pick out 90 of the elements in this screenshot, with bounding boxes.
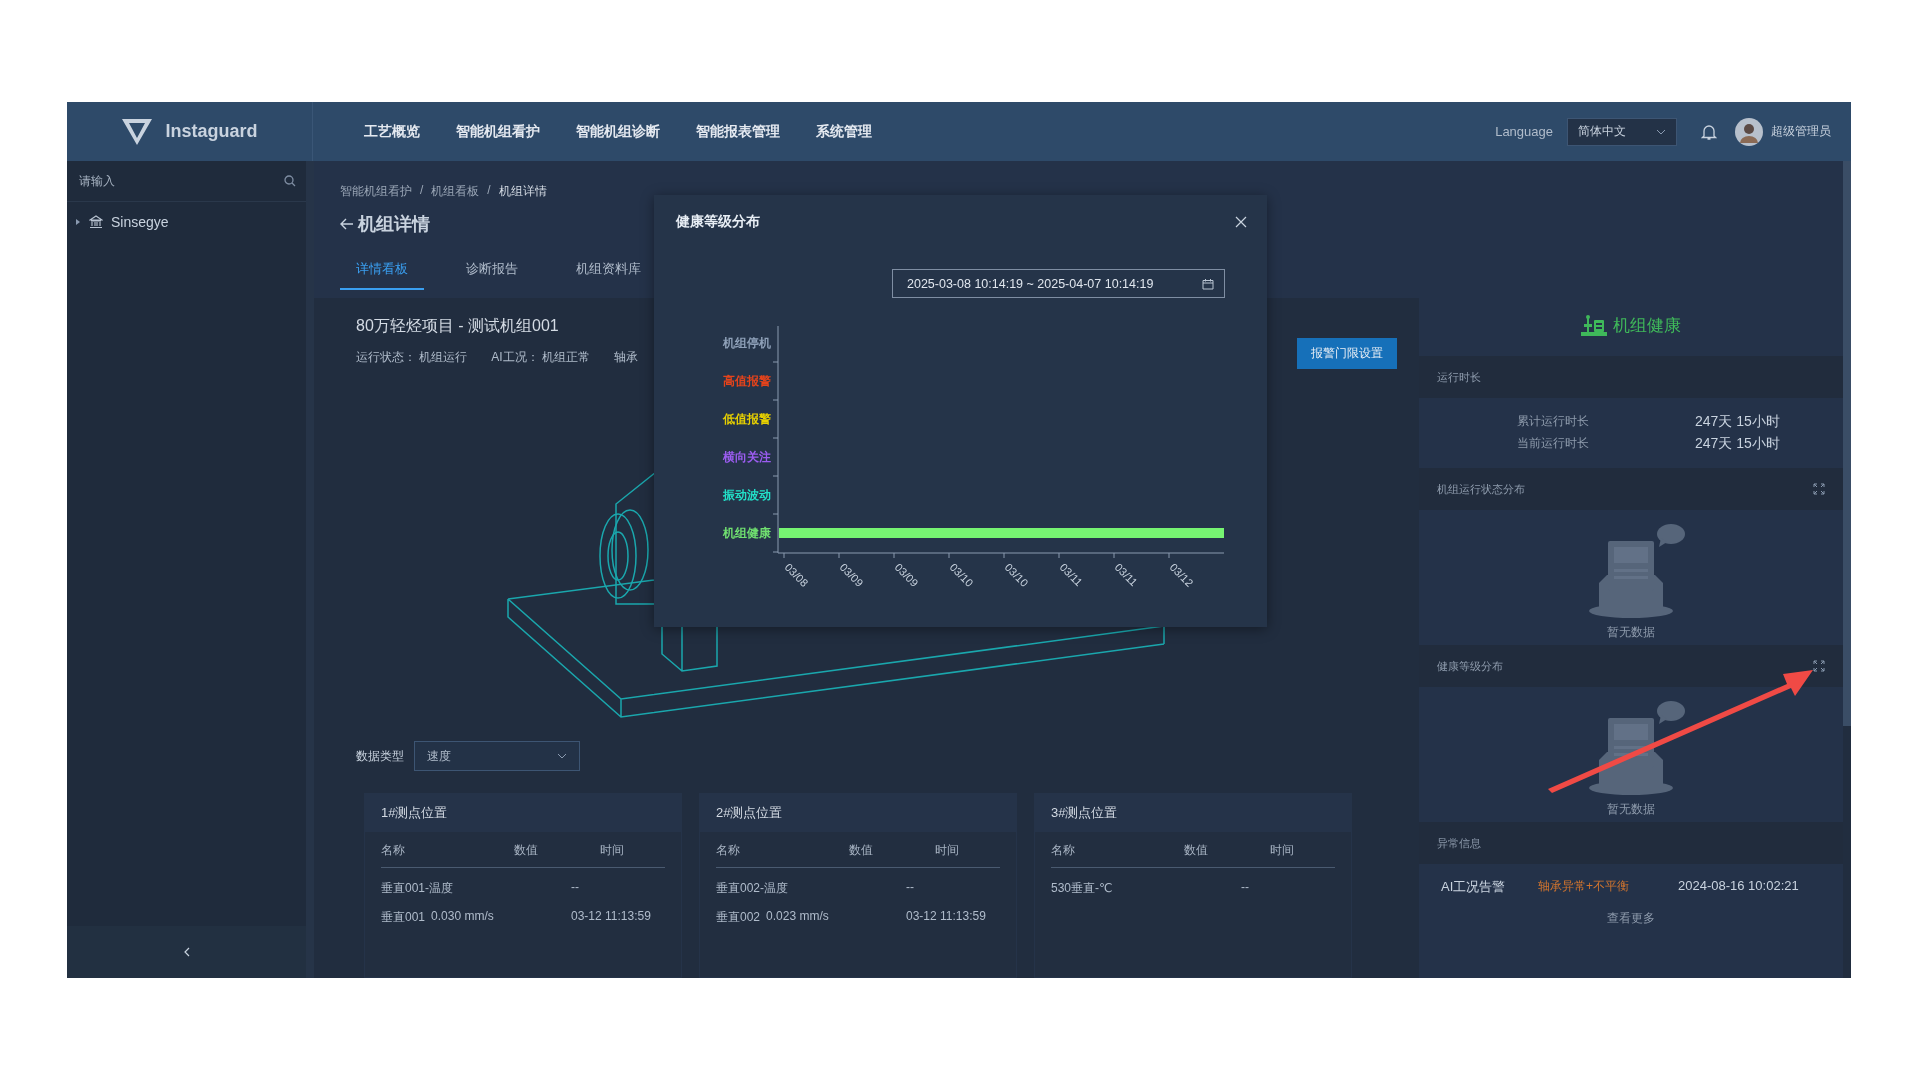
table-cell-text: 03-12 11:13:59 [906, 909, 987, 925]
column-header: 时间 [1270, 842, 1295, 859]
back-arrow-icon[interactable] [340, 218, 354, 230]
runtime-label: 累计运行时长 [1517, 413, 1590, 430]
language-label: Language [1495, 124, 1553, 139]
tab[interactable]: 详情看板 [340, 260, 424, 290]
level-label: 机组停机 [723, 336, 771, 350]
tab[interactable]: 诊断报告 [450, 260, 534, 290]
data-type-select[interactable]: 速度 [414, 741, 580, 771]
breadcrumb-link[interactable]: 机组看板 [431, 183, 480, 200]
page-title: 机组详情 [358, 213, 430, 236]
section-title: 机组运行状态分布 [1437, 481, 1525, 497]
level-label: 高值报警 [723, 374, 771, 388]
table-cell-text: -- [906, 880, 915, 896]
breadcrumb-link[interactable]: 智能机组看护 [340, 183, 412, 200]
table-cell-text: 0.030 mm/s [431, 909, 494, 925]
nav-item[interactable]: 工艺概览 [364, 122, 420, 141]
table-cell: 垂直001 [381, 909, 426, 926]
column-header: 时间 [935, 842, 960, 859]
card-title: 3#测点位置 [1051, 804, 1118, 822]
status-text: AI工况： 机组正常 [491, 349, 591, 366]
scrollbar[interactable] [1843, 161, 1851, 726]
column-header: 数值 [849, 842, 874, 859]
section-title: 运行时长 [1437, 369, 1481, 385]
date-range-field[interactable]: 2025-03-08 10:14:19 ~ 2025-04-07 10:14:19 [892, 269, 1225, 298]
nav-item[interactable]: 智能机组诊断 [576, 122, 660, 141]
table-cell-text: 0.023 mm/s [766, 909, 829, 925]
runtime-value: 247天 15小时 [1695, 435, 1780, 453]
column-header: 名称 [381, 842, 406, 859]
column-header: 名称 [716, 842, 741, 859]
alert-time: 2024-08-16 10:02:21 [1678, 878, 1799, 895]
runtime-value: 247天 15小时 [1695, 413, 1780, 431]
chevron-down-icon [1656, 128, 1666, 135]
table-cell-text: -- [1241, 880, 1250, 896]
breadcrumb-separator: / [420, 183, 424, 199]
nav-item[interactable]: 系统管理 [816, 122, 872, 141]
data-type-label: 数据类型 [356, 747, 404, 765]
machine-icon [1581, 314, 1607, 337]
alert-type: AI工况告警 [1441, 878, 1507, 896]
empty-text: 暂无数据 [1607, 801, 1655, 818]
status-text: 轴承 [614, 349, 639, 366]
empty-text: 暂无数据 [1607, 624, 1655, 641]
level-label: 低值报警 [723, 412, 771, 426]
close-icon[interactable] [1235, 216, 1247, 228]
expand-icon[interactable] [1813, 483, 1825, 495]
table-cell: 垂直002-温度 [716, 880, 789, 897]
user-name[interactable]: 超级管理员 [1771, 123, 1831, 140]
unit-title: 80万轻烃项目 - 测试机组001 [356, 316, 560, 336]
column-header: 名称 [1051, 842, 1076, 859]
status-text: 运行状态： 机组运行 [356, 349, 468, 366]
collapse-icon[interactable] [183, 947, 190, 957]
avatar[interactable] [1735, 117, 1763, 146]
chevron-down-icon [557, 753, 567, 759]
level-label: 机组健康 [723, 526, 771, 540]
language-select[interactable]: 简体中文 [1567, 117, 1677, 146]
nav-item[interactable]: 智能报表管理 [696, 122, 780, 141]
section-title: 异常信息 [1437, 835, 1481, 851]
breadcrumb-separator: / [487, 183, 491, 199]
view-more-link[interactable]: 查看更多 [1607, 910, 1655, 927]
column-header: 数值 [1184, 842, 1209, 859]
column-header: 数值 [514, 842, 539, 859]
table-cell-text: -- [571, 880, 580, 896]
level-label: 横向关注 [723, 450, 771, 464]
alarm-threshold-button[interactable]: 报警门限设置 [1297, 338, 1397, 369]
logo-text: Instaguard [165, 121, 258, 142]
logo-icon [121, 117, 154, 146]
breadcrumb-current: 机组详情 [498, 183, 547, 200]
tab[interactable]: 机组资料库 [560, 260, 657, 290]
level-label: 振动波动 [723, 488, 771, 502]
modal-title: 健康等级分布 [676, 213, 760, 231]
runtime-label: 当前运行时长 [1517, 435, 1590, 452]
caret-icon[interactable] [75, 218, 81, 226]
search-icon [284, 175, 296, 187]
tree-item[interactable]: Sinsegye [111, 214, 169, 230]
column-header: 时间 [600, 842, 625, 859]
table-cell-text: 03-12 11:13:59 [571, 909, 652, 925]
nav-item[interactable]: 智能机组看护 [456, 122, 540, 141]
search-field[interactable]: 请输入 [77, 173, 284, 189]
bell-icon[interactable] [1701, 122, 1717, 141]
table-cell: 530垂直-℃ [1051, 880, 1113, 897]
card-title: 2#测点位置 [716, 804, 783, 822]
section-title: 健康等级分布 [1437, 658, 1503, 674]
table-cell: 垂直001-温度 [381, 880, 454, 897]
bank-icon [89, 215, 103, 229]
calendar-icon [1202, 277, 1214, 290]
alert-detail: 轴承异常+不平衡 [1538, 878, 1630, 895]
table-cell: 垂直002 [716, 909, 761, 926]
card-title: 1#测点位置 [381, 804, 448, 822]
panel-title: 机组健康 [1613, 315, 1681, 337]
expand-icon[interactable] [1813, 660, 1825, 672]
